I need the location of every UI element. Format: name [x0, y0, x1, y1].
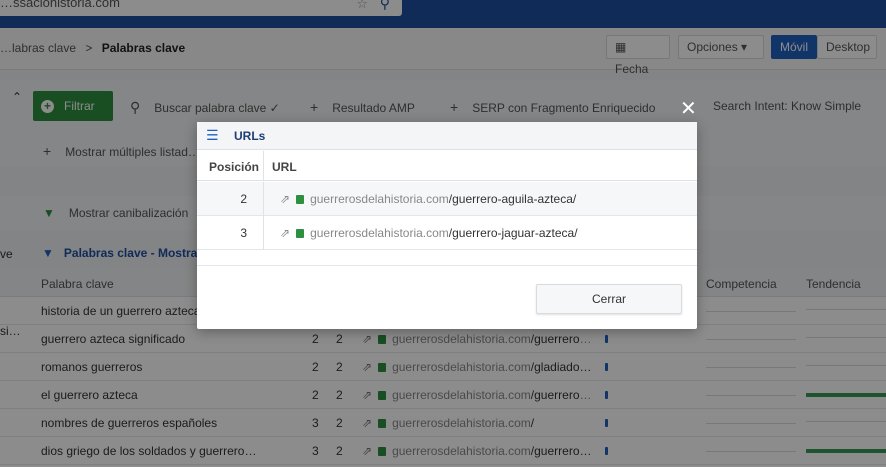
column-divider [263, 151, 264, 181]
list-icon: ☰ [206, 127, 219, 143]
modal-table-header: Posición URL [197, 151, 697, 181]
position-cell: 2 [240, 192, 247, 206]
external-link-icon[interactable]: ⇗ [280, 192, 290, 206]
modal-row[interactable]: 2 ⇗ guerrerosdelahistoria.com/guerrero-ag… [197, 182, 697, 216]
modal-footer: Cerrar [197, 265, 697, 329]
modal-header: ☰ URLs [197, 122, 697, 150]
column-divider [263, 182, 264, 216]
col-position[interactable]: Posición [209, 160, 259, 174]
column-divider [263, 216, 264, 250]
urls-modal: ☰ URLs Posición URL 2 ⇗ guerrerosdelahist… [197, 122, 697, 329]
url-cell[interactable]: ⇗ guerrerosdelahistoria.com/guerrero-agui… [280, 192, 576, 206]
lock-icon [296, 195, 305, 204]
lock-icon [296, 229, 305, 238]
close-button[interactable]: Cerrar [536, 284, 682, 314]
external-link-icon[interactable]: ⇗ [280, 226, 290, 240]
col-url[interactable]: URL [272, 160, 297, 174]
close-icon[interactable]: ✕ [680, 96, 697, 121]
modal-row[interactable]: 3 ⇗ guerrerosdelahistoria.com/guerrero-ja… [197, 216, 697, 250]
url-cell[interactable]: ⇗ guerrerosdelahistoria.com/guerrero-jagu… [280, 226, 578, 240]
position-cell: 3 [240, 226, 247, 240]
modal-title: URLs [234, 129, 266, 143]
